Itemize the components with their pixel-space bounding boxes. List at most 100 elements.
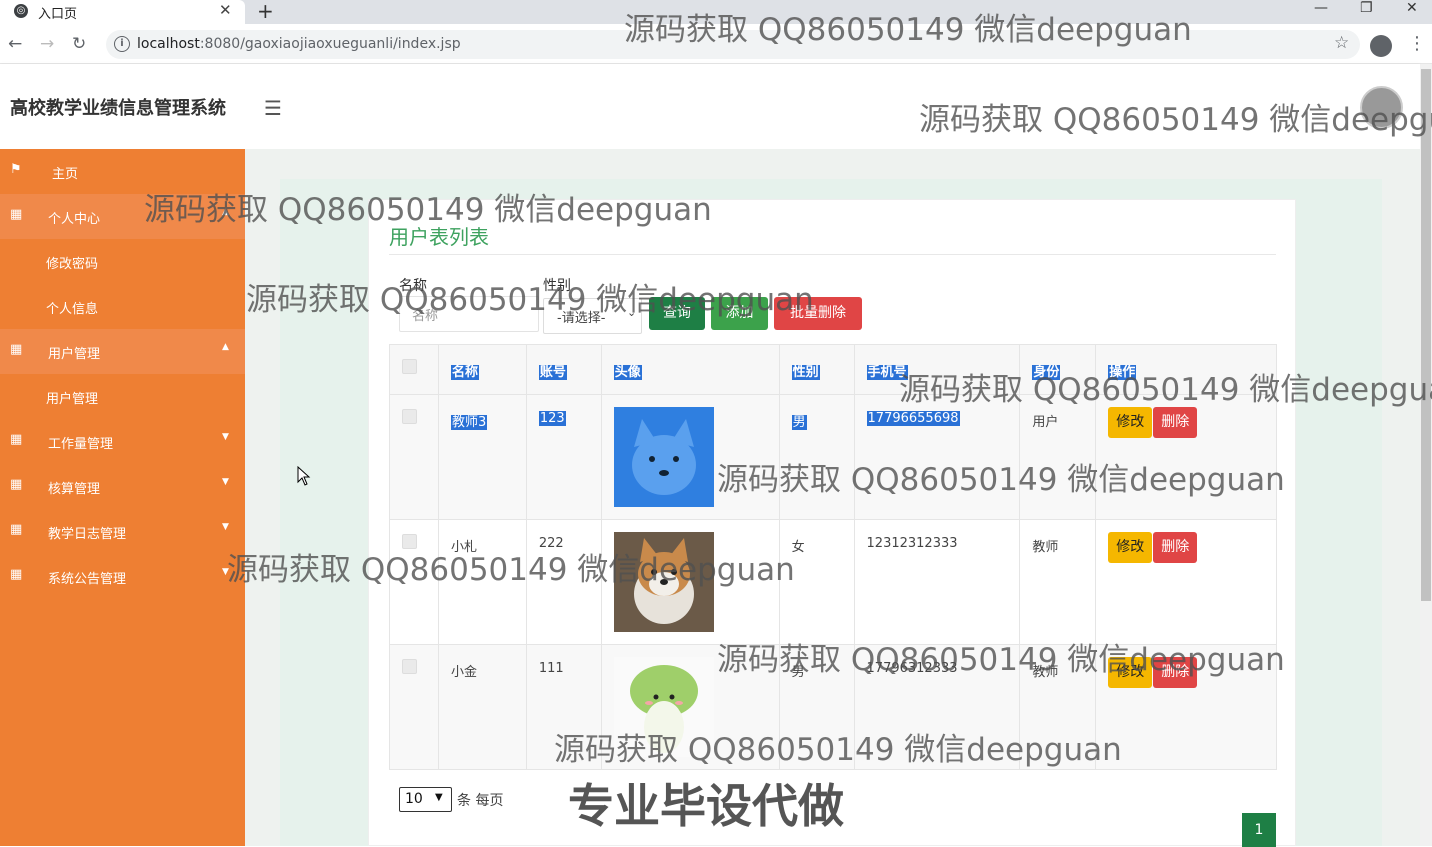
url-text: localhost:8080/gaoxiaojiaoxueguanli/inde…	[137, 36, 461, 52]
avatar-photo	[613, 657, 714, 757]
cell-gender: 女	[791, 540, 805, 555]
new-tab-icon[interactable]: +	[257, 0, 274, 23]
grid-icon: ▦	[10, 342, 23, 357]
page-size-select[interactable]: 10 ▼	[399, 787, 452, 812]
table-row: 小札 222 女 12312312333 教师 修改 删除	[389, 519, 1277, 645]
reload-icon[interactable]: ↻	[72, 34, 86, 54]
flag-icon: ⚑	[10, 162, 22, 177]
main-area: 用户表列表 名称 名称 性别 -请选择- ⌄ 查询 添加 批量删除 名称 账号 …	[245, 149, 1420, 847]
avatar-photo	[613, 407, 714, 507]
profile-icon[interactable]	[1370, 35, 1392, 57]
column-header: 账号	[538, 365, 567, 380]
cell-gender: 男	[791, 415, 807, 430]
sidebar-subitem-personal-info[interactable]: 个人信息	[0, 284, 245, 329]
restore-icon[interactable]: ❐	[1360, 0, 1373, 16]
column-header: 性别	[791, 365, 820, 380]
query-button[interactable]: 查询	[649, 297, 705, 330]
scroll-thumb[interactable]	[1421, 69, 1431, 601]
column-header: 头像	[613, 365, 642, 380]
table-header-row: 名称 账号 头像 性别 手机号 身份 操作	[389, 344, 1277, 395]
sidebar-item-teaching-log[interactable]: ▦ 教学日志管理 ▼	[0, 509, 245, 554]
bookmark-star-icon[interactable]: ☆	[1334, 33, 1349, 53]
sidebar-item-label: 核算管理	[48, 482, 101, 497]
column-header: 操作	[1108, 365, 1137, 380]
row-checkbox[interactable]	[402, 409, 417, 424]
table-row: 小金 111 男 17796312333 教师 修改 删除	[389, 644, 1277, 770]
caret-down-icon: ▼	[222, 522, 229, 532]
page-size-value: 10	[405, 791, 423, 807]
sidebar-item-workload[interactable]: ▦ 工作量管理 ▼	[0, 419, 245, 464]
gender-select[interactable]: -请选择- ⌄	[543, 298, 642, 334]
caret-up-icon: ▲	[222, 342, 229, 352]
bulk-delete-button[interactable]: 批量删除	[774, 297, 862, 330]
column-header: 名称	[450, 365, 479, 380]
avatar-photo	[613, 532, 714, 632]
grid-icon: ▦	[10, 207, 23, 222]
url-field[interactable]: i localhost:8080/gaoxiaojiaoxueguanli/in…	[106, 30, 1360, 59]
info-icon[interactable]: i	[114, 36, 130, 52]
pagination-page-1[interactable]: 1	[1242, 813, 1276, 847]
menu-dots-icon[interactable]: ⋮	[1408, 33, 1426, 54]
delete-button[interactable]: 删除	[1153, 657, 1198, 688]
tab-title: 入口页	[38, 7, 78, 22]
cell-role: 教师	[1032, 540, 1059, 555]
address-bar: ← → ↻ i localhost:8080/gaoxiaojiaoxuegua…	[0, 24, 1432, 64]
cell-role: 用户	[1032, 415, 1059, 430]
sidebar-subitem-user-management[interactable]: 用户管理	[0, 374, 245, 419]
select-all-checkbox[interactable]	[402, 359, 417, 374]
column-header: 手机号	[866, 365, 908, 380]
sidebar-subitem-change-password[interactable]: 修改密码	[0, 239, 245, 284]
caret-down-icon: ▼	[222, 432, 229, 442]
avatar[interactable]	[1360, 86, 1403, 129]
caret-down-icon: ▼	[222, 477, 229, 487]
watermark-banner: 专业毕设代做	[568, 779, 844, 833]
caret-up-icon: ▲	[222, 207, 229, 217]
cell-name: 小札	[450, 540, 477, 555]
cell-role: 教师	[1032, 665, 1059, 680]
tab-close-icon[interactable]: ✕	[219, 1, 232, 19]
cell-phone: 17796655698	[866, 411, 960, 426]
cell-gender: 男	[791, 665, 805, 680]
scrollbar[interactable]	[1420, 64, 1432, 846]
window-close-icon[interactable]: ✕	[1406, 0, 1418, 16]
grid-icon: ▦	[10, 432, 23, 447]
grid-icon: ▦	[10, 567, 23, 582]
sidebar-item-announcements[interactable]: ▦ 系统公告管理 ▼	[0, 554, 245, 599]
sidebar-item-label: 个人信息	[46, 302, 99, 317]
cell-account: 222	[538, 536, 564, 551]
mouse-cursor-icon	[297, 466, 311, 486]
browser-tab[interactable]: ◎ 入口页 ✕	[0, 0, 245, 24]
delete-button[interactable]: 删除	[1153, 532, 1198, 563]
sidebar-item-accounting[interactable]: ▦ 核算管理 ▼	[0, 464, 245, 509]
sidebar: ⚑ 主页 ▦ 个人中心 ▲ 修改密码 个人信息 ▦ 用户管理 ▲ 用户管理 ▦ …	[0, 149, 245, 846]
add-button[interactable]: 添加	[711, 297, 768, 330]
edit-button[interactable]: 修改	[1108, 407, 1153, 438]
edit-button[interactable]: 修改	[1108, 657, 1153, 688]
column-header: 身份	[1032, 365, 1061, 380]
sidebar-item-user-management[interactable]: ▦ 用户管理 ▲	[0, 329, 245, 374]
cell-phone: 17796312333	[866, 661, 958, 676]
user-list-card: 用户表列表 名称 名称 性别 -请选择- ⌄ 查询 添加 批量删除 名称 账号 …	[368, 199, 1296, 847]
sidebar-item-label: 工作量管理	[48, 437, 114, 452]
divider	[389, 254, 1276, 255]
name-search-input[interactable]: 名称	[399, 296, 539, 332]
globe-icon: ◎	[14, 4, 28, 18]
sidebar-item-home[interactable]: ⚑ 主页	[0, 149, 245, 194]
row-checkbox[interactable]	[402, 534, 417, 549]
card-title: 用户表列表	[389, 225, 489, 249]
delete-button[interactable]: 删除	[1153, 407, 1198, 438]
name-label: 名称	[399, 278, 427, 294]
edit-button[interactable]: 修改	[1108, 532, 1153, 563]
forward-icon[interactable]: →	[40, 34, 54, 54]
sidebar-item-label: 用户管理	[48, 347, 101, 362]
hamburger-icon[interactable]: ☰	[264, 96, 282, 120]
cell-name: 教师3	[450, 415, 488, 430]
back-icon[interactable]: ←	[8, 34, 22, 54]
minimize-icon[interactable]: —	[1314, 0, 1328, 16]
browser-tabbar: ◎ 入口页 ✕ + — ❐ ✕	[0, 0, 1432, 24]
sidebar-item-label: 用户管理	[46, 392, 99, 407]
cell-account: 111	[538, 661, 564, 676]
name-placeholder: 名称	[412, 309, 439, 324]
row-checkbox[interactable]	[402, 659, 417, 674]
sidebar-item-personal-center[interactable]: ▦ 个人中心 ▲	[0, 194, 245, 239]
